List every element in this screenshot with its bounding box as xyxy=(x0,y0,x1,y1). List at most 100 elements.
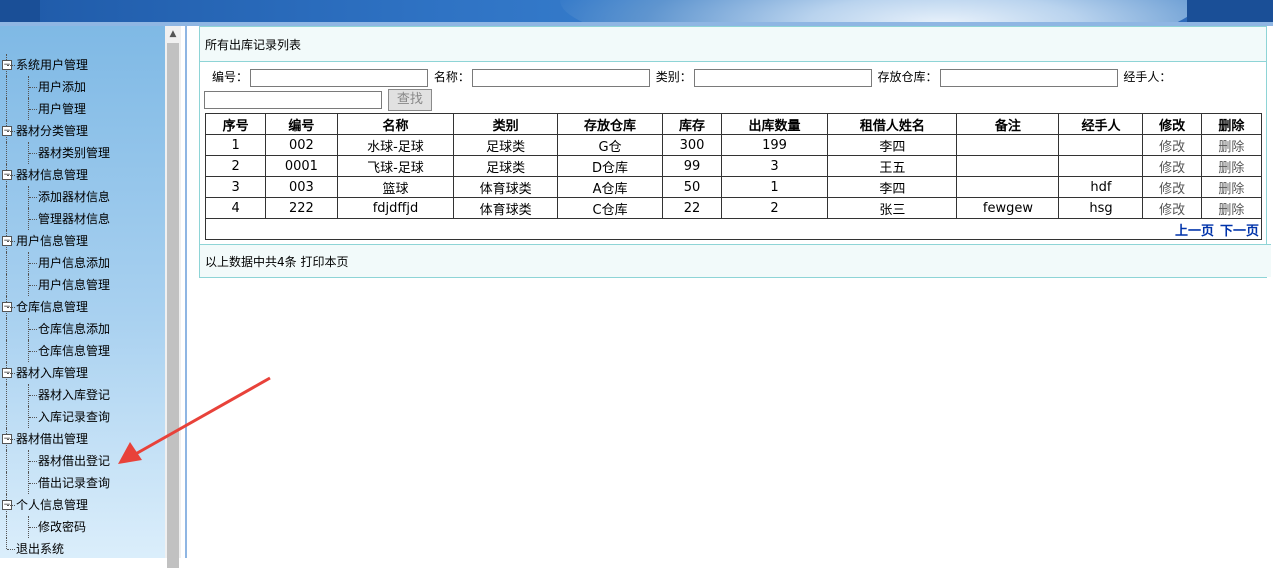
tree-connector xyxy=(29,351,37,352)
tree-connector xyxy=(7,65,15,66)
tree-connector xyxy=(29,483,37,484)
sidebar-group[interactable]: − 个人信息管理 xyxy=(0,494,110,516)
sidebar-item-label: 入库记录查询 xyxy=(38,410,111,424)
tree-connector xyxy=(29,285,37,286)
sidebar-item[interactable]: 仓库信息管理 xyxy=(0,340,110,362)
next-page-link[interactable]: 下一页 xyxy=(1220,224,1259,239)
tree-connector xyxy=(29,527,37,528)
table-row: 4 222 fdjdffjd 体育球类 C仓库 22 2 张三 fewgew hsg 修改 删除 xyxy=(204,197,1263,219)
category-input[interactable] xyxy=(693,68,872,87)
sidebar-scrollbar[interactable]: ▲ xyxy=(165,26,181,568)
search-button[interactable]: 查找 xyxy=(387,88,432,111)
table-cell: fewgew xyxy=(956,197,1060,219)
main-panel: 所有出库记录列表 编号： 名称： 类别： 存放仓库： 经手人： 查找 序号 编号名… xyxy=(199,26,1271,278)
handler-input[interactable] xyxy=(204,90,382,109)
table-cell: 2 xyxy=(204,155,267,177)
sidebar-group[interactable]: − 器材分类管理 xyxy=(0,120,110,142)
column-header: 编号 xyxy=(265,113,338,135)
sidebar-group[interactable]: − 系统用户管理 xyxy=(0,54,110,76)
table-body: 1 002 水球-足球 足球类 G仓 300 199 李四 修改 删除 2 0001 飞球-足球 足球类 D… xyxy=(204,134,1263,219)
sidebar-item[interactable]: 器材借出登记 xyxy=(0,450,110,472)
sidebar-item[interactable]: 用户添加 xyxy=(0,76,110,98)
sidebar-item[interactable]: 器材入库登记 xyxy=(0,384,110,406)
sidebar-group-label: 个人信息管理 xyxy=(16,498,89,512)
sidebar-item[interactable]: 用户信息管理 xyxy=(0,274,110,296)
tree-connector xyxy=(6,98,7,120)
record-count-text: 以上数据中共4条 xyxy=(205,255,297,269)
column-header: 出库数量 xyxy=(720,113,829,135)
tree-connector xyxy=(7,175,15,176)
delete-link[interactable]: 删除 xyxy=(1200,176,1263,198)
tree-connector xyxy=(29,395,37,396)
sidebar-group-label: 器材信息管理 xyxy=(16,168,89,182)
code-input[interactable] xyxy=(250,68,429,87)
table-cell: 2 xyxy=(720,197,829,219)
tree-connector xyxy=(29,197,37,198)
sidebar-group[interactable]: − 仓库信息管理 xyxy=(0,296,110,318)
table-cell: 002 xyxy=(265,134,338,156)
sidebar-item[interactable]: 用户信息添加 xyxy=(0,252,110,274)
sidebar-item-label: 用户信息管理 xyxy=(38,278,111,292)
tree-connector xyxy=(6,384,7,406)
sidebar-item[interactable]: 添加器材信息 xyxy=(0,186,110,208)
sidebar-group-label: 系统用户管理 xyxy=(16,58,89,72)
sidebar-item-label: 器材类别管理 xyxy=(38,146,111,160)
table-header-row: 序号 编号 名称 类别 存放仓库 库存 出库数量 租借人姓名 备注 经手人 修改 删除 xyxy=(204,113,1263,135)
table-footer: 以上数据中共4条 打印本页 xyxy=(200,244,1271,277)
sidebar-item[interactable]: 借出记录查询 xyxy=(0,472,110,494)
search-form: 编号： 名称： 类别： 存放仓库： 经手人： 查找 xyxy=(200,62,1266,112)
sidebar-item-label: 仓库信息添加 xyxy=(38,322,111,336)
scrollbar-thumb[interactable] xyxy=(167,43,179,568)
tree-connector xyxy=(6,142,7,164)
name-label: 名称： xyxy=(433,70,470,84)
sidebar-item-label: 修改密码 xyxy=(38,520,87,534)
frame-divider[interactable] xyxy=(185,26,187,558)
column-header: 修改 xyxy=(1142,113,1202,135)
sidebar-group-label: 器材分类管理 xyxy=(16,124,89,138)
sidebar-item[interactable]: 入库记录查询 xyxy=(0,406,110,428)
tree-connector xyxy=(6,318,7,340)
sidebar-item[interactable]: 器材类别管理 xyxy=(0,142,110,164)
tree-connector xyxy=(7,373,15,374)
sidebar-group[interactable]: − 用户信息管理 xyxy=(0,230,110,252)
pager-cell: 上一页 下一页 xyxy=(205,218,1262,240)
tree-connector xyxy=(6,186,7,208)
sidebar-item-label: 用户添加 xyxy=(38,80,87,94)
sidebar-item-label: 器材入库登记 xyxy=(38,388,111,402)
table-cell xyxy=(956,155,1060,177)
delete-link[interactable]: 删除 xyxy=(1200,155,1263,177)
edit-link[interactable]: 修改 xyxy=(1142,176,1202,198)
delete-link[interactable]: 删除 xyxy=(1200,197,1263,219)
sidebar-group[interactable]: − 器材入库管理 xyxy=(0,362,110,384)
name-input[interactable] xyxy=(471,68,650,87)
table-cell: fdjdffjd xyxy=(336,197,455,219)
banner-left-edge xyxy=(0,0,40,22)
logout-link[interactable]: 退出系统 xyxy=(0,538,110,560)
tree-connector xyxy=(7,131,15,132)
scroll-up-arrow-icon[interactable]: ▲ xyxy=(165,26,181,42)
column-header: 库存 xyxy=(662,113,722,135)
table-cell: 足球类 xyxy=(453,134,558,156)
table-row: 3 003 篮球 体育球类 A仓库 50 1 李四 hdf 修改 删除 xyxy=(204,176,1263,198)
warehouse-label: 存放仓库： xyxy=(877,70,938,84)
sidebar-item-label: 用户信息添加 xyxy=(38,256,111,270)
sidebar-item-label: 用户管理 xyxy=(38,102,87,116)
sidebar-item[interactable]: 仓库信息添加 xyxy=(0,318,110,340)
sidebar-item[interactable]: 管理器材信息 xyxy=(0,208,110,230)
edit-link[interactable]: 修改 xyxy=(1142,155,1202,177)
table-row: 1 002 水球-足球 足球类 G仓 300 199 李四 修改 删除 xyxy=(204,134,1263,156)
delete-link[interactable]: 删除 xyxy=(1200,134,1263,156)
table-cell: 李四 xyxy=(827,134,958,156)
table-cell: 李四 xyxy=(827,176,958,198)
edit-link[interactable]: 修改 xyxy=(1142,197,1202,219)
prev-page-link[interactable]: 上一页 xyxy=(1175,224,1214,239)
sidebar-group[interactable]: − 器材信息管理 xyxy=(0,164,110,186)
warehouse-input[interactable] xyxy=(939,68,1118,87)
print-page-link[interactable]: 打印本页 xyxy=(300,255,348,269)
edit-link[interactable]: 修改 xyxy=(1142,134,1202,156)
sidebar-item[interactable]: 修改密码 xyxy=(0,516,110,538)
sidebar-group-label: 仓库信息管理 xyxy=(16,300,89,314)
sidebar-group[interactable]: − 器材借出管理 xyxy=(0,428,110,450)
sidebar-item[interactable]: 用户管理 xyxy=(0,98,110,120)
tree-connector xyxy=(29,109,37,110)
